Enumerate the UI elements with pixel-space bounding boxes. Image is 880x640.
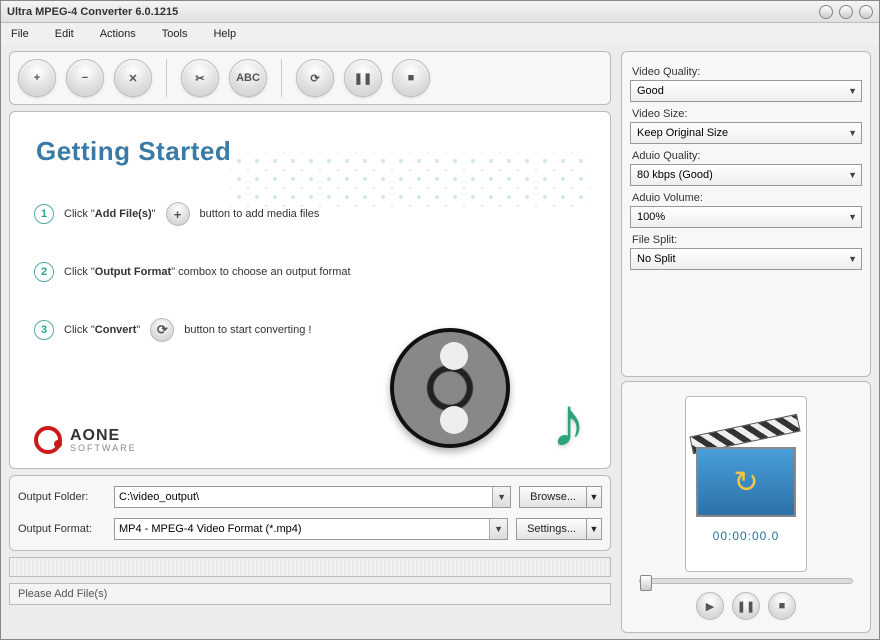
- pause-icon: ❚❚: [737, 600, 755, 613]
- pause-icon: ❚❚: [354, 72, 372, 85]
- plus-icon: +: [34, 72, 40, 84]
- stop-icon: ■: [779, 600, 786, 612]
- chevron-down-icon: ▼: [848, 170, 857, 180]
- settings-panel: Video Quality: Good▼ Video Size: Keep Or…: [621, 51, 871, 377]
- step-1: 1 Click "Add File(s)" + button to add me…: [34, 202, 454, 226]
- settings-split-button[interactable]: Settings... ▼: [516, 518, 602, 540]
- stop-preview-button[interactable]: ■: [768, 592, 796, 620]
- convert-button[interactable]: ⟳: [296, 59, 334, 97]
- add-file-button[interactable]: +: [18, 59, 56, 97]
- refresh-icon: ⟳: [310, 72, 319, 85]
- menu-bar: File Edit Actions Tools Help: [1, 23, 879, 45]
- pause-button[interactable]: ❚❚: [344, 59, 382, 97]
- timecode: 00:00:00.0: [713, 529, 780, 543]
- title-bar: Ultra MPEG-4 Converter 6.0.1215: [1, 1, 879, 23]
- file-split-select[interactable]: No Split▼: [630, 248, 862, 270]
- app-window: Ultra MPEG-4 Converter 6.0.1215 File Edi…: [0, 0, 880, 640]
- chevron-down-icon[interactable]: ▼: [489, 519, 507, 539]
- plus-icon: +: [166, 202, 190, 226]
- x-icon: ✕: [128, 72, 137, 85]
- chevron-down-icon: ▼: [848, 86, 857, 96]
- settings-button[interactable]: Settings...: [516, 518, 586, 540]
- menu-edit[interactable]: Edit: [55, 28, 74, 40]
- video-size-select[interactable]: Keep Original Size▼: [630, 122, 862, 144]
- menu-help[interactable]: Help: [213, 28, 236, 40]
- status-text: Please Add File(s): [18, 588, 107, 600]
- cycle-icon: ↻: [733, 465, 758, 500]
- getting-started-title: Getting Started: [36, 136, 231, 167]
- preview-panel: ↻ 00:00:00.0 ▶ ❚❚ ■: [621, 381, 871, 633]
- toolbar-divider: [166, 59, 167, 97]
- video-quality-label: Video Quality:: [632, 66, 862, 78]
- clear-button[interactable]: ✕: [114, 59, 152, 97]
- toolbar-divider: [281, 59, 282, 97]
- minus-icon: −: [82, 72, 88, 84]
- video-quality-select[interactable]: Good▼: [630, 80, 862, 102]
- aone-ring-icon: [34, 426, 62, 454]
- output-folder-combo[interactable]: C:\video_output\ ▼: [114, 486, 511, 508]
- chevron-down-icon: ▼: [848, 212, 857, 222]
- output-format-combo[interactable]: MP4 - MPEG-4 Video Format (*.mp4) ▼: [114, 518, 508, 540]
- browse-button[interactable]: Browse...: [519, 486, 586, 508]
- maximize-button[interactable]: [839, 5, 853, 19]
- close-button[interactable]: [859, 5, 873, 19]
- stop-button[interactable]: ■: [392, 59, 430, 97]
- play-icon: ▶: [706, 600, 714, 613]
- browse-split-button[interactable]: Browse... ▼: [519, 486, 602, 508]
- window-title: Ultra MPEG-4 Converter 6.0.1215: [7, 6, 819, 18]
- step-number-icon: 1: [34, 204, 54, 224]
- rename-button[interactable]: ABC: [229, 59, 267, 97]
- status-bar: Please Add File(s): [9, 583, 611, 605]
- remove-file-button[interactable]: −: [66, 59, 104, 97]
- step-number-icon: 2: [34, 262, 54, 282]
- menu-file[interactable]: File: [11, 28, 29, 40]
- step-number-icon: 3: [34, 320, 54, 340]
- abc-icon: ABC: [236, 72, 260, 84]
- audio-quality-select[interactable]: 80 kbps (Good)▼: [630, 164, 862, 186]
- step-2: 2 Click "Output Format" combox to choose…: [34, 262, 454, 282]
- browse-dropdown[interactable]: ▼: [586, 486, 602, 508]
- menu-actions[interactable]: Actions: [100, 28, 136, 40]
- main-toolbar: + − ✕ ✂ ABC ⟳ ❚❚ ■: [9, 51, 611, 105]
- chevron-down-icon: ▼: [848, 128, 857, 138]
- audio-quality-label: Aduio Quality:: [632, 150, 862, 162]
- scissors-icon: ✂: [195, 72, 204, 85]
- preview-placeholder-icon: ↻: [686, 425, 806, 525]
- video-size-label: Video Size:: [632, 108, 862, 120]
- settings-dropdown[interactable]: ▼: [586, 518, 602, 540]
- menu-tools[interactable]: Tools: [162, 28, 188, 40]
- seek-slider[interactable]: [639, 578, 852, 584]
- pause-preview-button[interactable]: ❚❚: [732, 592, 760, 620]
- film-reel-graphic: [390, 328, 520, 458]
- getting-started-panel: Getting Started 1 Click "Add File(s)" + …: [9, 111, 611, 469]
- file-split-label: File Split:: [632, 234, 862, 246]
- chevron-down-icon: ▼: [848, 254, 857, 264]
- output-panel: Output Folder: C:\video_output\ ▼ Browse…: [9, 475, 611, 551]
- cut-button[interactable]: ✂: [181, 59, 219, 97]
- audio-volume-label: Aduio Volume:: [632, 192, 862, 204]
- minimize-button[interactable]: [819, 5, 833, 19]
- output-folder-label: Output Folder:: [18, 491, 106, 503]
- stop-icon: ■: [408, 72, 415, 84]
- brand-logo: AONE SOFTWARE: [34, 426, 137, 454]
- audio-volume-select[interactable]: 100%▼: [630, 206, 862, 228]
- refresh-icon: ⟳: [150, 318, 174, 342]
- chevron-down-icon[interactable]: ▼: [492, 487, 510, 507]
- output-format-label: Output Format:: [18, 523, 106, 535]
- music-note-icon: ♪: [551, 382, 586, 462]
- preview-area: ↻ 00:00:00.0: [685, 396, 807, 572]
- progress-bar: [9, 557, 611, 577]
- play-button[interactable]: ▶: [696, 592, 724, 620]
